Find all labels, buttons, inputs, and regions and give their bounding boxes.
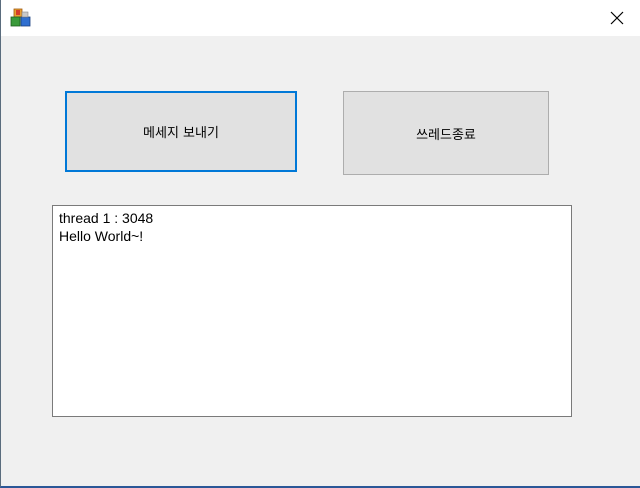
- close-button[interactable]: [594, 0, 640, 36]
- stop-thread-button[interactable]: 쓰레드종료: [343, 91, 549, 175]
- output-line: Hello World~!: [59, 228, 144, 244]
- client-area: 메세지 보내기 쓰레드종료 thread 1 : 3048 Hello Worl…: [1, 36, 640, 486]
- send-message-button[interactable]: 메세지 보내기: [65, 91, 297, 172]
- send-message-label: 메세지 보내기: [143, 126, 219, 141]
- stop-thread-label: 쓰레드종료: [416, 127, 476, 143]
- output-textbox[interactable]: thread 1 : 3048 Hello World~!: [52, 205, 572, 417]
- app-window: 메세지 보내기 쓰레드종료 thread 1 : 3048 Hello Worl…: [0, 0, 640, 488]
- close-icon: [610, 11, 624, 25]
- app-blocks-icon: [10, 8, 31, 27]
- title-bar[interactable]: [1, 0, 640, 36]
- output-line: thread 1 : 3048: [59, 210, 154, 226]
